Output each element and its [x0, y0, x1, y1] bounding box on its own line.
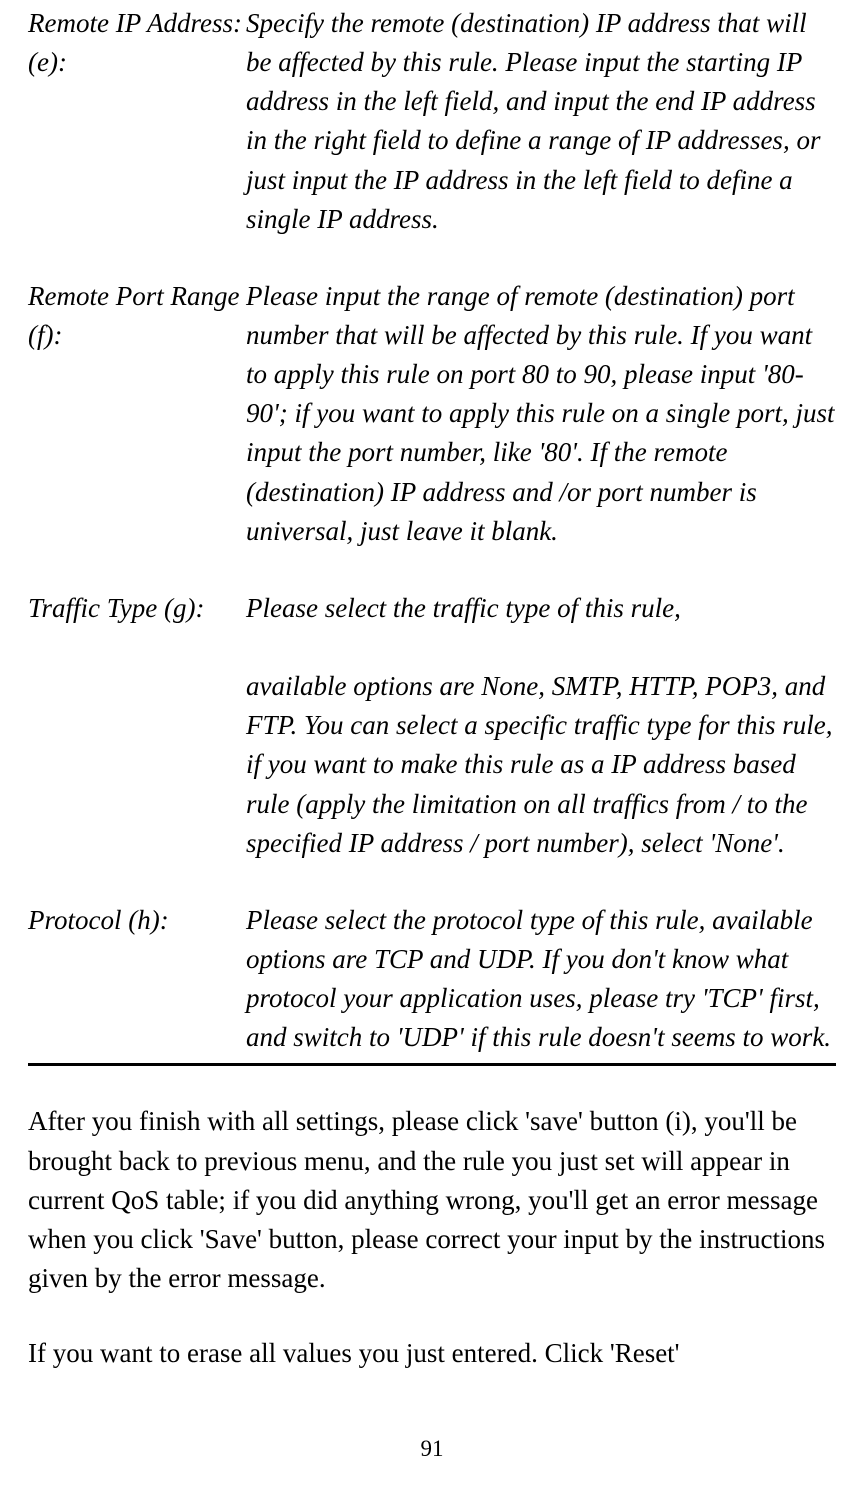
document-page: Remote IP Address: (e): Specify the remo… [0, 0, 864, 1486]
definition-row: Remote IP Address: (e): Specify the remo… [28, 4, 836, 239]
definition-row: Traffic Type (g): Please select the traf… [28, 589, 836, 863]
definition-term: Traffic Type (g): [28, 589, 246, 628]
definitions-list: Remote IP Address: (e): Specify the remo… [28, 0, 836, 1057]
definition-term: Protocol (h): [28, 901, 246, 940]
definition-description: Specify the remote (destination) IP addr… [246, 4, 836, 239]
page-number: 91 [0, 1436, 864, 1462]
body-paragraph: After you finish with all settings, plea… [28, 1102, 836, 1298]
definition-term: Remote IP Address: (e): [28, 4, 246, 82]
definition-term: Remote Port Range (f): [28, 277, 246, 355]
horizontal-divider [28, 1063, 836, 1066]
body-text: After you finish with all settings, plea… [28, 1102, 836, 1373]
definition-description: Please select the protocol type of this … [246, 901, 836, 1058]
body-paragraph: If you want to erase all values you just… [28, 1334, 836, 1373]
definition-description: Please select the traffic type of this r… [246, 589, 836, 863]
definition-description: Please input the range of remote (destin… [246, 277, 836, 551]
definition-row: Remote Port Range (f): Please input the … [28, 277, 836, 551]
definition-row: Protocol (h): Please select the protocol… [28, 901, 836, 1058]
